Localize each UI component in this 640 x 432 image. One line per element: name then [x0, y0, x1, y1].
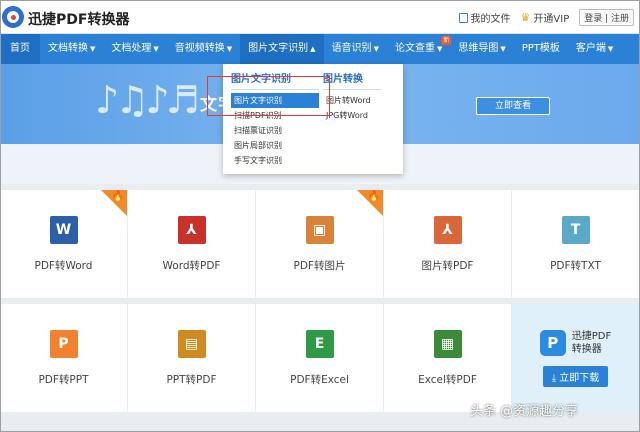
caret-down-icon: ▼	[373, 45, 379, 53]
nav-paper-check[interactable]: 论文查重 ▼ 新	[387, 34, 452, 64]
tool-tile[interactable]: E PDF转Excel	[256, 304, 383, 412]
tools-row-1: W PDF转Word 🔥 ⅄ Word转PDF ▣ PDF转图片 🔥 ⅄ 图片转PDF T PDF转T…	[0, 190, 640, 298]
nav-label: PPT模板	[521, 43, 560, 54]
ad-app-name: 迅捷PDF 转换器	[572, 330, 611, 356]
download-client-ad: P 迅捷PDF 转换器 ⤓ 立即下载	[512, 304, 639, 412]
nav-label: 音视频转换	[174, 43, 225, 54]
tool-label: PDF转PPT	[38, 373, 89, 386]
nav-av-convert[interactable]: 音视频转换 ▼	[167, 34, 240, 64]
menu-item-partial-ocr[interactable]: 图片局部识别	[231, 138, 319, 153]
tool-icon: ▣	[305, 215, 334, 244]
tool-icon: E	[305, 329, 334, 358]
download-now-button[interactable]: ⤓ 立即下载	[542, 365, 609, 387]
tool-tile[interactable]: ⅄ Word转PDF	[128, 190, 255, 298]
tool-tile[interactable]: P PDF转PPT	[0, 304, 127, 412]
tool-label: 图片转PDF	[421, 259, 474, 272]
nav-doc-convert[interactable]: 文档转换 ▼	[40, 34, 103, 64]
main-nav: 首页 文档转换 ▼ 文档处理 ▼ 音视频转换 ▼ 图片文字识别 ▲ 语音识别 ▼ 论文查重…	[0, 34, 640, 64]
nav-speech-recognition[interactable]: 语音识别 ▼	[324, 34, 387, 64]
nav-label: 图片文字识别	[248, 43, 309, 54]
nav-label: 语音识别	[331, 43, 372, 54]
nav-home[interactable]: 首页	[0, 34, 40, 64]
tool-label: PDF转图片	[293, 259, 346, 272]
tool-tile[interactable]: ▦ Excel转PDF	[384, 304, 511, 412]
caret-down-icon: ▼	[436, 45, 443, 53]
tool-tile[interactable]: ⅄ 图片转PDF	[384, 190, 511, 298]
caret-down-icon: ▼	[226, 45, 233, 53]
tool-icon: ⅄	[433, 215, 462, 244]
tool-label: Word转PDF	[162, 259, 221, 272]
nav-client[interactable]: 客户端 ▼	[568, 34, 621, 64]
menu-item-handwriting-ocr[interactable]: 手写文字识别	[231, 153, 319, 168]
tool-icon: ⅄	[177, 215, 206, 244]
brand-logo-icon[interactable]	[2, 6, 24, 28]
tool-icon: T	[561, 215, 590, 244]
nav-image-ocr[interactable]: 图片文字识别 ▲	[240, 34, 324, 64]
brand-name[interactable]: 迅捷PDF转换器	[28, 9, 129, 29]
header-actions: 我的文件 ♛ 开通VIP 登录 | 注册	[458, 9, 634, 26]
top-header: 迅捷PDF转换器 我的文件 ♛ 开通VIP 登录 | 注册	[0, 0, 640, 34]
tool-label: PPT转PDF	[166, 373, 217, 386]
caret-down-icon: ▼	[153, 45, 159, 53]
tool-label: Excel转PDF	[418, 373, 477, 386]
nav-ppt-templates[interactable]: PPT模板	[514, 34, 568, 64]
tool-label: PDF转TXT	[550, 259, 601, 272]
menu-item-image-to-word[interactable]: 图片转Word	[323, 93, 381, 108]
nav-label: 首页	[10, 43, 30, 54]
app-logo-icon: P	[539, 329, 566, 356]
tool-tile[interactable]: T PDF转TXT	[512, 190, 639, 298]
nav-label: 文档转换	[48, 43, 88, 54]
tool-tile[interactable]: ▣ PDF转图片 🔥	[256, 190, 383, 298]
tools-grid: W PDF转Word 🔥 ⅄ Word转PDF ▣ PDF转图片 🔥 ⅄ 图片转PDF T PDF转T…	[0, 190, 640, 418]
flame-icon: 🔥	[367, 191, 380, 202]
download-label: 立即下载	[559, 372, 600, 384]
caret-down-icon: ▼	[90, 45, 96, 53]
tool-tile[interactable]: ▤ PPT转PDF	[128, 304, 255, 412]
tool-label: PDF转Word	[34, 259, 93, 272]
music-notes-icon: ♪♫♪♬	[95, 78, 200, 122]
menu-item-jpg-to-word[interactable]: JPG转Word	[323, 108, 381, 123]
flame-icon: 🔥	[111, 191, 124, 202]
caret-down-icon: ▼	[607, 45, 614, 53]
vip-label: 开通VIP	[533, 14, 570, 25]
banner-view-button[interactable]: 立即查看	[476, 97, 550, 115]
ad-header: P 迅捷PDF 转换器	[539, 329, 611, 356]
nav-mind-map[interactable]: 思维导图 ▼	[450, 34, 513, 64]
my-files-label: 我的文件	[470, 14, 511, 25]
ad-name-line2: 转换器	[571, 343, 602, 355]
nav-label: 论文查重	[394, 43, 435, 54]
nav-label: 文档处理	[111, 43, 152, 54]
ad-name-line1: 迅捷PDF	[571, 330, 612, 342]
dropdown-heading: 图片转换	[323, 70, 381, 90]
tool-tile[interactable]: W PDF转Word 🔥	[0, 190, 127, 298]
tool-icon: W	[49, 215, 78, 244]
vip-link[interactable]: ♛ 开通VIP	[521, 10, 570, 25]
nav-label: 思维导图	[458, 43, 499, 54]
menu-item-receipt-ocr[interactable]: 扫描票证识别	[231, 123, 319, 138]
login-register-button[interactable]: 登录 | 注册	[579, 9, 634, 26]
caret-up-icon: ▲	[310, 45, 316, 53]
document-icon	[458, 12, 468, 23]
tool-label: PDF转Excel	[290, 373, 349, 386]
nav-doc-process[interactable]: 文档处理 ▼	[103, 34, 166, 64]
caret-down-icon: ▼	[500, 45, 506, 53]
annotation-highlight-box	[207, 76, 330, 116]
nav-label: 客户端	[575, 43, 606, 54]
tool-icon: ▦	[433, 329, 462, 358]
my-files-link[interactable]: 我的文件	[458, 10, 511, 25]
tools-row-2: P PDF转PPT ▤ PPT转PDF E PDF转Excel ▦ Excel转PDF P 迅捷P…	[0, 304, 640, 412]
dropdown-col-convert: 图片转换 图片转Word JPG转Word	[323, 70, 381, 123]
tool-icon: ▤	[177, 329, 206, 358]
watermark-text: 头条 @资源趣分享	[470, 404, 579, 419]
tool-icon: P	[49, 329, 78, 358]
crown-icon: ♛	[520, 11, 531, 24]
